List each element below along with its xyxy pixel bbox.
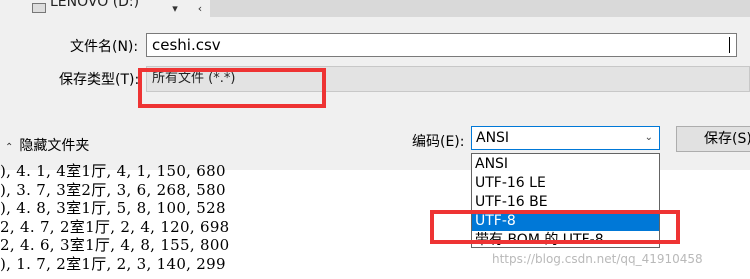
text-caret [729,37,730,53]
search-box[interactable] [210,0,750,17]
address-bar: LENOVO (D:) ▾ ‹ [0,0,750,18]
document-line: 2, 4. 7, 2室1厅, 2, 4, 120, 698 [0,217,230,236]
encoding-option-utf16-le[interactable]: UTF-16 LE [472,174,659,193]
drive-icon [32,3,46,13]
chevron-up-icon: ⌃ [5,142,14,153]
document-line: 2, 4. 6, 3室1厅, 4, 8, 155, 800 [0,236,230,254]
document-line: ), 1. 7, 2室1厅, 2, 3, 140, 299 [0,254,226,273]
drive-label[interactable]: LENOVO (D:) [50,0,139,10]
back-arrow-icon[interactable]: ‹ [190,0,210,17]
encoding-value: ANSI [476,130,510,146]
file-name-value: ceshi.csv [152,36,221,54]
annotation-box-save-type [138,68,326,108]
document-line: ), 3. 7, 3室2厅, 3, 6, 268, 580 [0,180,226,199]
hide-folders-button[interactable]: ⌃ 隐藏文件夹 [5,135,89,155]
encoding-option-ansi[interactable]: ANSI [472,155,659,174]
chevron-down-icon[interactable]: ▾ [165,0,185,17]
file-name-label: 文件名(N): [70,39,139,55]
save-button[interactable]: 保存(S) [676,126,750,152]
file-name-input[interactable]: ceshi.csv [146,33,737,57]
document-line: ), 4. 8, 3室1厅, 5, 8, 100, 528 [0,199,226,217]
encoding-label: 编码(E): [412,134,465,150]
watermark: https://blog.csdn.net/qq_41910458 [492,252,703,266]
annotation-box-utf8 [430,210,680,244]
hide-folders-label: 隐藏文件夹 [19,138,90,154]
save-type-label: 保存类型(T): [59,72,140,88]
document-line: ), 4. 1, 4室1厅, 4, 1, 150, 680 [0,162,226,180]
background-document: ), 4. 1, 4室1厅, 4, 1, 150, 680 ), 3. 7, 3… [0,162,230,273]
chevron-down-icon: ⌄ [644,132,653,143]
encoding-select[interactable]: ANSI ⌄ [471,126,660,150]
save-dialog: LENOVO (D:) ▾ ‹ 文件名(N): ceshi.csv 保存类型(T… [0,0,750,170]
